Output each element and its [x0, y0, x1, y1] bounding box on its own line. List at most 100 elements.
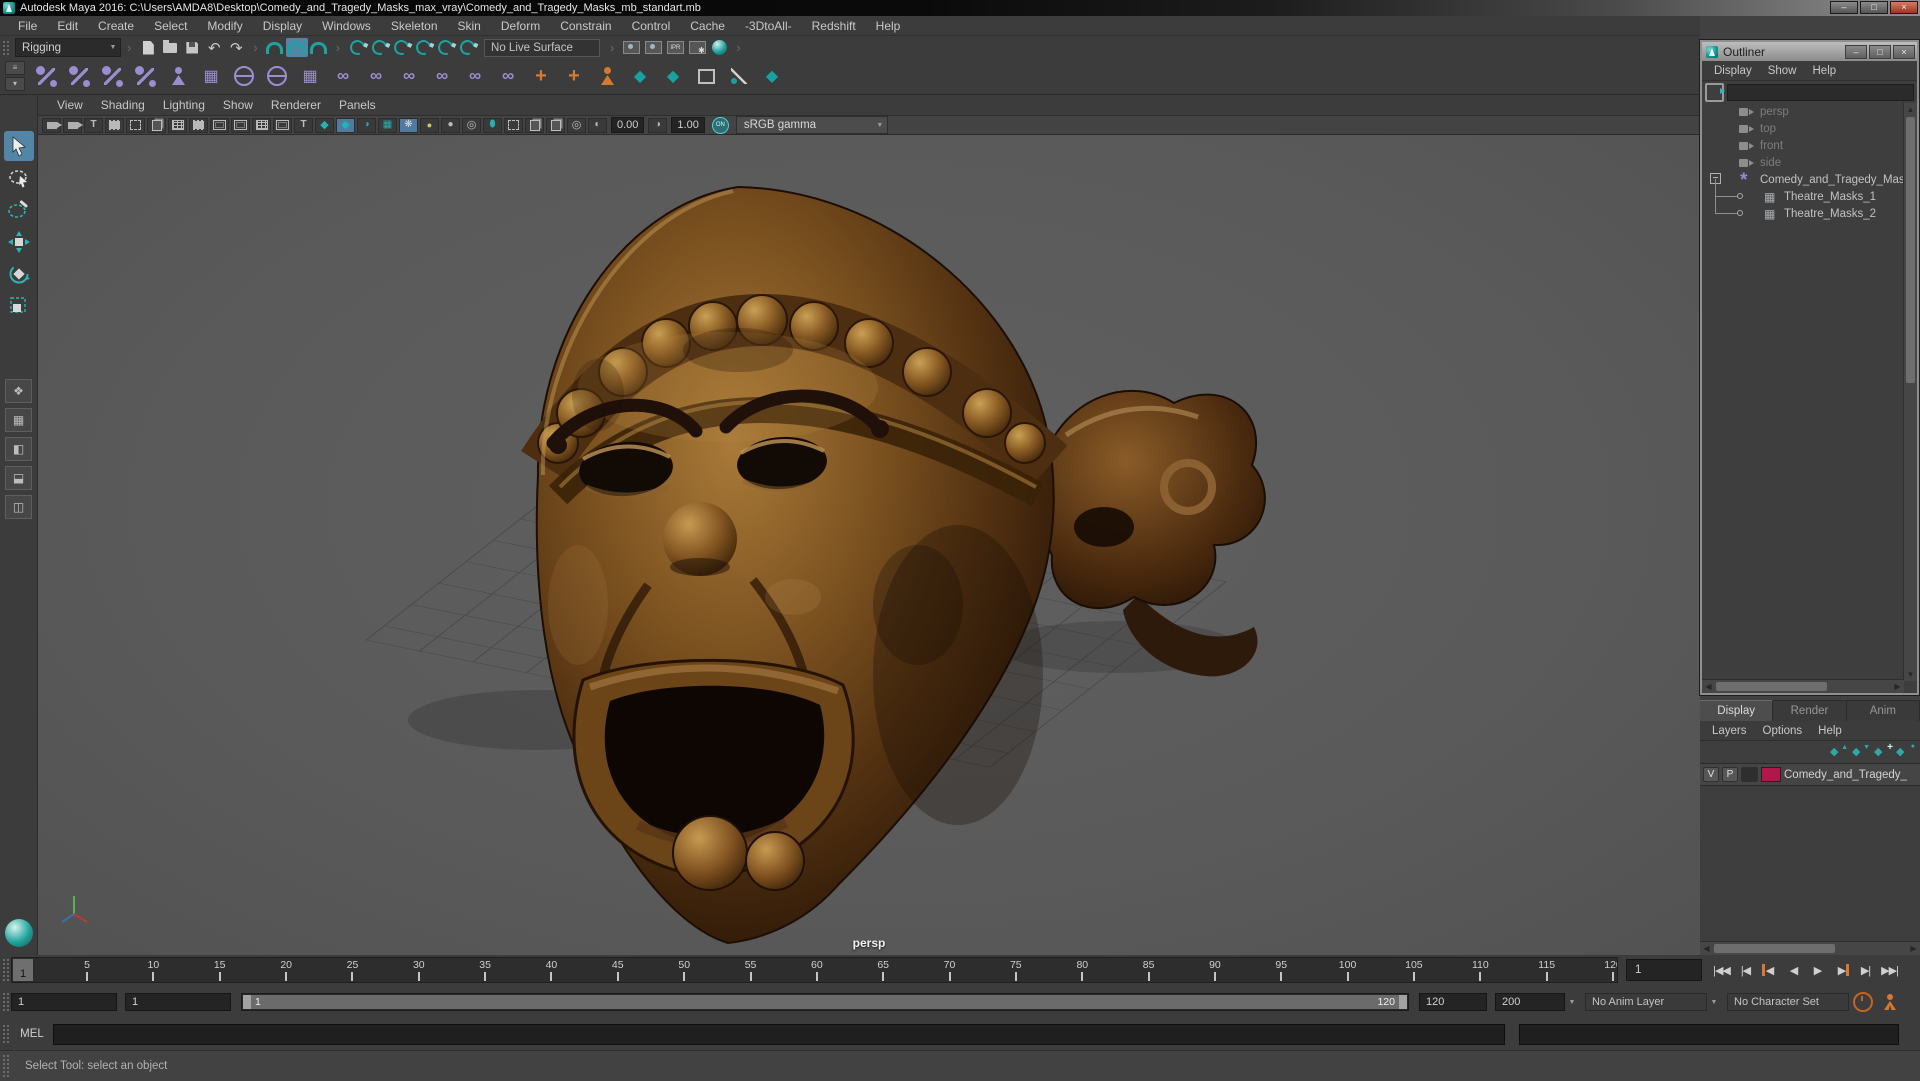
launch-render-setup-icon[interactable]: [708, 38, 730, 57]
rangeslider-grip[interactable]: [2, 992, 9, 1012]
layer-tab[interactable]: Anim: [1846, 700, 1920, 721]
geodesic-voxel-bind-icon[interactable]: [262, 61, 292, 91]
menu-item[interactable]: Help: [866, 17, 911, 35]
unbind-skin-icon[interactable]: [295, 61, 325, 91]
snap-to-curves-icon[interactable]: [285, 38, 308, 57]
scroll-left-icon[interactable]: ◀: [1702, 680, 1715, 693]
playback-start-field[interactable]: 1: [125, 993, 231, 1011]
insert-joint-icon[interactable]: [130, 61, 160, 91]
ik-fk-blend-icon[interactable]: [559, 61, 589, 91]
layer-menu-item[interactable]: Help: [1810, 723, 1850, 739]
viewport-3d-view[interactable]: persp: [38, 135, 1700, 956]
timeslider-grip[interactable]: [2, 958, 9, 982]
layer-tab[interactable]: Display: [1700, 700, 1774, 721]
group-separator[interactable]: ›: [123, 40, 135, 55]
outliner-maximize-button[interactable]: □: [1869, 44, 1891, 59]
minimize-button[interactable]: –: [1830, 1, 1858, 14]
panel-menu-item[interactable]: Renderer: [262, 96, 330, 114]
menu-item[interactable]: Skeleton: [381, 17, 448, 35]
step-back-key-button[interactable]: ◀: [1758, 959, 1781, 981]
paint-selection-tool[interactable]: [4, 195, 34, 225]
outliner-item[interactable]: − Theatre_Masks_2: [1702, 196, 1917, 222]
frame-tick[interactable]: 35: [470, 959, 500, 981]
menu-item[interactable]: Select: [144, 17, 197, 35]
menu-item[interactable]: Cache: [680, 17, 735, 35]
outliner-minimize-button[interactable]: –: [1845, 44, 1867, 59]
create-joint-icon[interactable]: [31, 61, 61, 91]
exposure-icon[interactable]: [567, 117, 586, 133]
range-slider-bar-fill[interactable]: [243, 995, 1407, 1009]
field-chart-icon[interactable]: [252, 117, 271, 133]
frame-tick[interactable]: 45: [603, 959, 633, 981]
interactive-bind-icon[interactable]: [196, 61, 226, 91]
layout-persp-outliner-button[interactable]: ◧: [5, 437, 32, 461]
animation-preferences-icon[interactable]: [1853, 992, 1873, 1012]
layout-four-pane-button[interactable]: ▦: [5, 408, 32, 432]
shelf-tab-buttons[interactable]: ≡ ▾: [2, 61, 28, 91]
select-tool[interactable]: [3, 131, 34, 161]
frame-tick[interactable]: 120: [1598, 959, 1617, 981]
anim-layer-select[interactable]: No Anim Layer: [1585, 993, 1707, 1011]
outliner-item[interactable]: − side: [1702, 154, 1917, 171]
scroll-up-icon[interactable]: ▲: [1904, 103, 1917, 116]
shaded-icon[interactable]: [336, 117, 355, 133]
mel-result-field[interactable]: [1519, 1023, 1899, 1045]
snap-to-points-icon[interactable]: [308, 38, 330, 57]
character-set-select[interactable]: No Character Set: [1727, 993, 1849, 1011]
frame-tick[interactable]: 100: [1333, 959, 1363, 981]
scroll-left-icon[interactable]: ◀: [1700, 942, 1713, 955]
layer-display-type-toggle[interactable]: [1741, 767, 1758, 782]
menu-item[interactable]: Constrain: [550, 17, 621, 35]
move-layer-down-icon[interactable]: [1852, 744, 1870, 758]
list-inputs-icon[interactable]: [434, 37, 456, 58]
mel-input[interactable]: [53, 1023, 1505, 1045]
safe-title-icon[interactable]: [294, 117, 313, 133]
color-management-toggle[interactable]: ON: [711, 116, 729, 134]
create-layer-from-selected-icon[interactable]: [1896, 743, 1915, 758]
aim-constraint-icon[interactable]: [427, 61, 457, 91]
lasso-tool[interactable]: [4, 163, 34, 193]
menu-item[interactable]: Redshift: [802, 17, 866, 35]
play-forwards-button[interactable]: ▶: [1806, 959, 1829, 981]
film-gate-icon[interactable]: [189, 117, 208, 133]
frame-tick[interactable]: 115: [1532, 959, 1562, 981]
frame-tick[interactable]: 25: [337, 959, 367, 981]
menu-item[interactable]: Control: [622, 17, 681, 35]
gamma-toggle-icon[interactable]: ◑: [648, 117, 668, 133]
open-render-view-icon[interactable]: [620, 38, 642, 57]
group-separator[interactable]: ›: [606, 40, 618, 55]
layer-visible-toggle[interactable]: V: [1703, 767, 1719, 782]
group-separator[interactable]: ›: [332, 40, 344, 55]
point-constraint-icon[interactable]: [361, 61, 391, 91]
select-frame-icon[interactable]: [691, 61, 721, 91]
list-outputs-icon[interactable]: [456, 37, 478, 58]
menu-item[interactable]: -3DtoAll-: [735, 17, 802, 35]
outliner-menu-item[interactable]: Help: [1805, 63, 1845, 79]
parent-constraint-icon[interactable]: [328, 61, 358, 91]
layout-hypershade-button[interactable]: ◫: [5, 495, 32, 519]
grid-icon[interactable]: [168, 117, 187, 133]
menu-item[interactable]: Windows: [312, 17, 381, 35]
ik-handle-icon[interactable]: [64, 61, 94, 91]
lighting-icon[interactable]: [420, 117, 439, 133]
grease-pencil-icon[interactable]: [147, 117, 166, 133]
snap-to-grids-icon[interactable]: [264, 38, 286, 57]
frame-tick[interactable]: 90: [1200, 959, 1230, 981]
outliner-search-input[interactable]: [1727, 83, 1914, 101]
animation-end-field[interactable]: 200: [1495, 993, 1565, 1011]
menu-item[interactable]: Modify: [197, 17, 252, 35]
viewcube-sphere-icon[interactable]: [4, 919, 33, 947]
scroll-right-icon[interactable]: ▶: [1907, 942, 1920, 955]
helpline-grip[interactable]: [2, 1054, 9, 1078]
layers-horizontal-scrollbar[interactable]: ◀ ▶: [1700, 941, 1920, 955]
2d-pan-zoom-icon[interactable]: [126, 117, 145, 133]
frame-tick[interactable]: 85: [1134, 959, 1164, 981]
frame-tick[interactable]: 80: [1067, 959, 1097, 981]
textured-icon[interactable]: [357, 117, 376, 133]
render-settings-icon[interactable]: [686, 38, 708, 57]
current-frame-field[interactable]: 1: [1626, 959, 1702, 981]
chevron-down-icon[interactable]: ▼: [1707, 999, 1721, 1006]
rotate-tool[interactable]: [4, 259, 34, 289]
frame-tick[interactable]: 5: [72, 959, 102, 981]
humanik-character-icon[interactable]: [163, 61, 193, 91]
